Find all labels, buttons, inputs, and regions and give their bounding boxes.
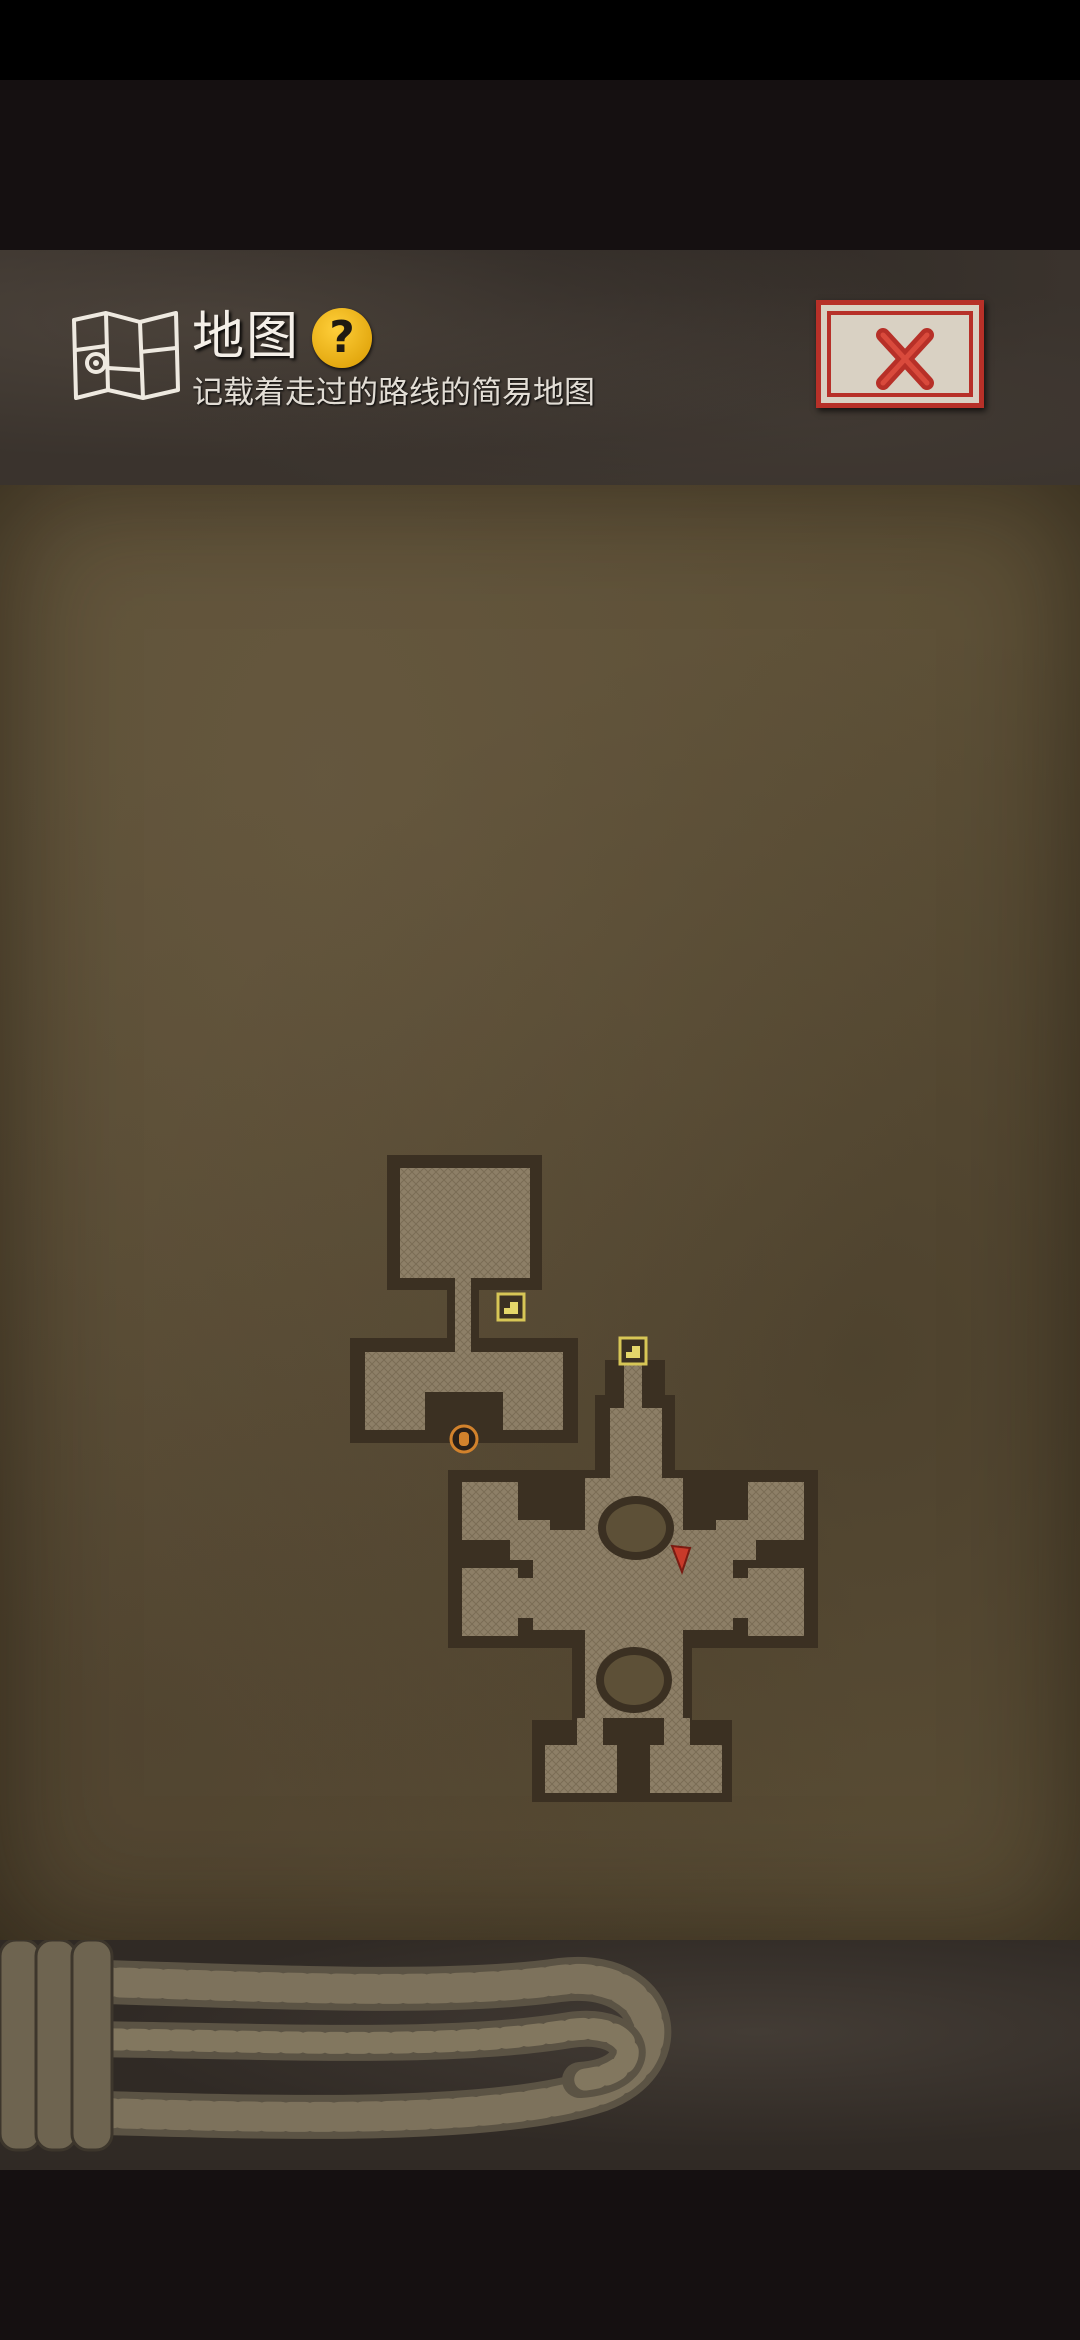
stairs-icon[interactable] (618, 1336, 648, 1366)
upper-dungeon-section (350, 1155, 578, 1443)
bottom-spacer (0, 2170, 1080, 2340)
bottom-panel (0, 1940, 1080, 2170)
rope-decoration (0, 1940, 672, 2152)
question-mark-icon[interactable]: ? (312, 308, 372, 368)
close-button[interactable] (816, 300, 984, 408)
door-icon[interactable] (449, 1424, 479, 1454)
top-spacer (0, 80, 1080, 250)
page-title: 地图 (192, 307, 301, 367)
dungeon-map (350, 1155, 818, 1802)
map-header: 地图 ? 记载着走过的路线的简易地图 (0, 250, 1080, 491)
page-subtitle: 记载着走过的路线的简易地图 (192, 375, 595, 411)
close-x-icon (876, 328, 934, 390)
status-bar (0, 0, 1080, 80)
map-area[interactable] (0, 485, 1080, 1940)
map-icon (72, 311, 180, 400)
stairs-icon[interactable] (496, 1292, 526, 1322)
